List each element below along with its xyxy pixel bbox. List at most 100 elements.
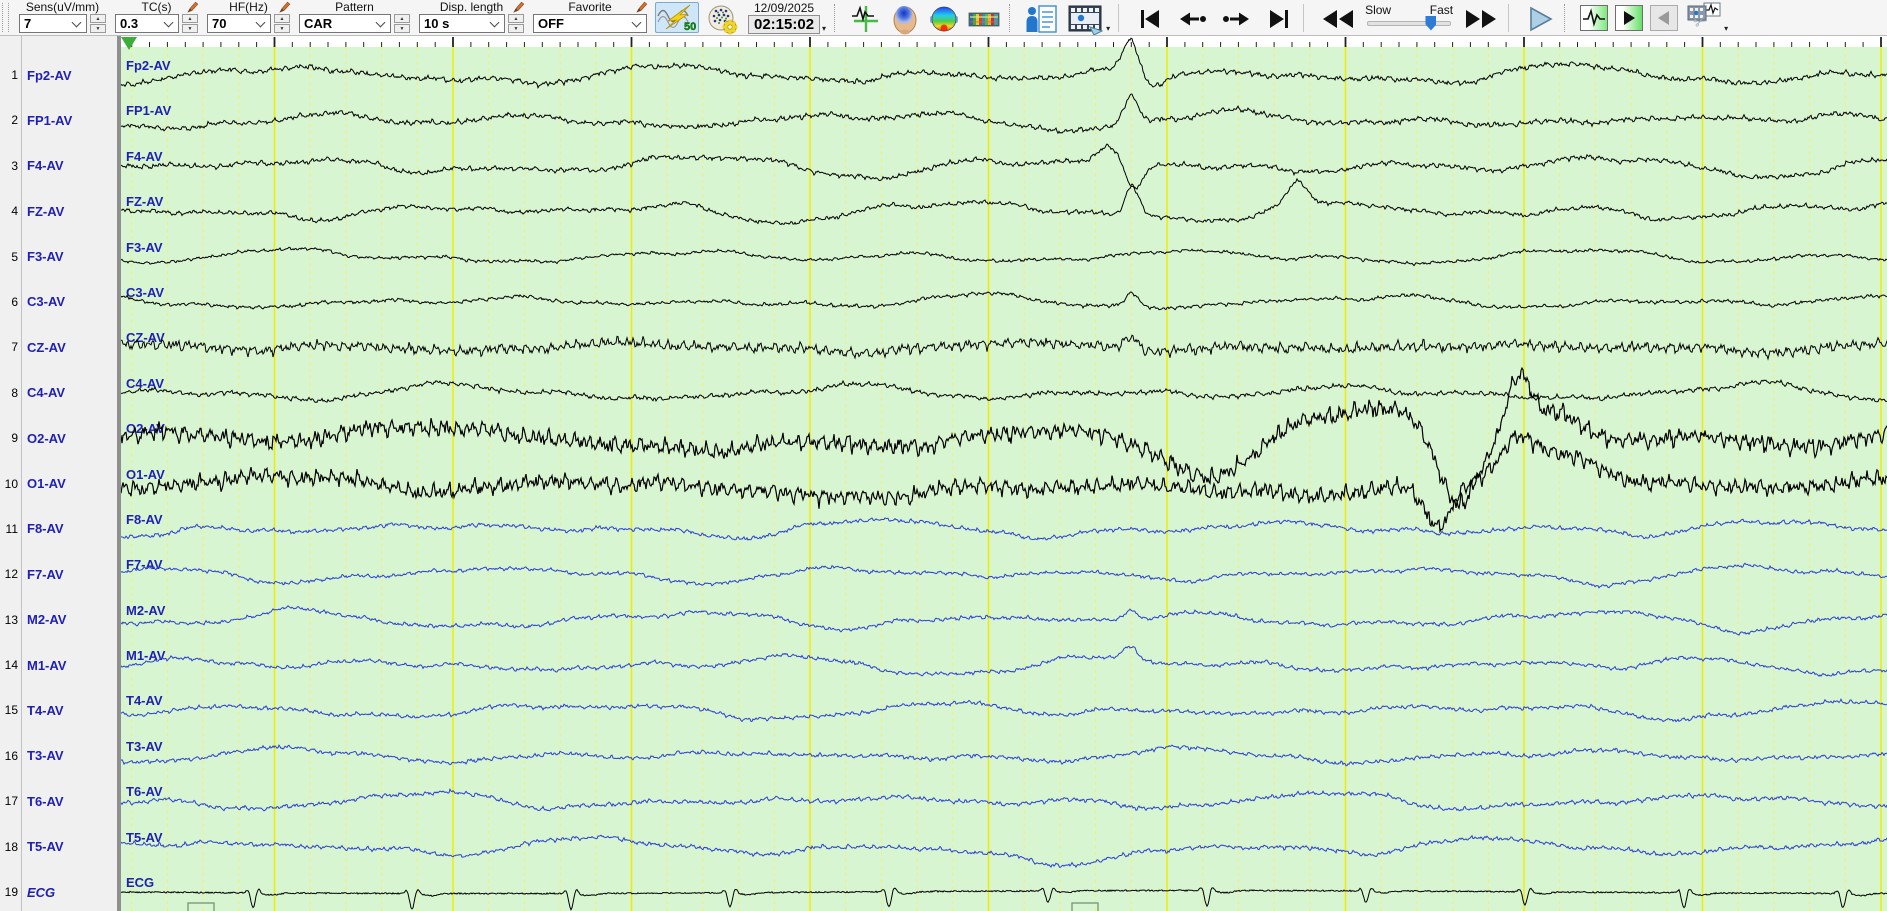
- pattern-spin-down-button[interactable]: ▼: [394, 24, 410, 33]
- pattern-combo[interactable]: CAR: [299, 14, 391, 33]
- tc-combo[interactable]: 0.3: [115, 14, 179, 33]
- video-clip-button[interactable]: ✂: [1686, 2, 1722, 34]
- channel-label: F3-AV: [27, 249, 64, 265]
- channel-row[interactable]: 7 CZ-AV: [0, 338, 117, 356]
- go-to-start-button[interactable]: [1134, 6, 1168, 32]
- time-display[interactable]: 02:15:02: [748, 15, 821, 34]
- eeg-trace: [121, 334, 1887, 361]
- channel-row[interactable]: 4 FZ-AV: [0, 202, 117, 220]
- hf-group: HF(Hz) 70 ▲ ▼: [207, 1, 291, 33]
- small-play-icon: [1624, 10, 1636, 25]
- channel-label: FP1-AV: [27, 112, 73, 128]
- eeg-trace-area[interactable]: Fp2-AV FP1-AV F4-AV FZ-AV F3-AV C3-AV CZ-AV C4-…: [121, 36, 1887, 911]
- channel-row[interactable]: 3 F4-AV: [0, 157, 117, 175]
- video-button[interactable]: [1066, 3, 1104, 35]
- notch-filter-button[interactable]: 50: [655, 2, 699, 33]
- tc-spin-down-button[interactable]: ▼: [182, 24, 198, 33]
- waveform-marker-button[interactable]: [850, 4, 882, 34]
- channel-number: 6: [11, 294, 18, 309]
- hf-spin-down-button[interactable]: ▼: [274, 24, 290, 33]
- tc-spin-up-button[interactable]: ▲: [182, 14, 198, 23]
- channel-row[interactable]: 18 T5-AV: [0, 838, 117, 856]
- sens-combo[interactable]: 7: [19, 14, 87, 33]
- channel-row[interactable]: 15 T4-AV: [0, 701, 117, 719]
- back-button[interactable]: [1650, 4, 1679, 31]
- favorite-combo[interactable]: OFF: [533, 14, 647, 33]
- step-forward-button[interactable]: [1218, 6, 1254, 32]
- pattern-spin-up-button[interactable]: ▲: [394, 14, 410, 23]
- tc-group: TC(s) 0.3 ▲ ▼: [115, 1, 199, 33]
- edit-pencil-icon[interactable]: [513, 1, 525, 13]
- play-button[interactable]: [1524, 5, 1556, 33]
- channel-label: FZ-AV: [27, 203, 65, 219]
- montage-settings-button[interactable]: [706, 3, 740, 35]
- edit-pencil-icon[interactable]: [636, 1, 648, 13]
- channel-row[interactable]: 12 F7-AV: [0, 565, 117, 583]
- disp-length-group: Disp. length 10 s ▲ ▼: [419, 1, 525, 33]
- clip-overflow-arrow-icon[interactable]: ▾: [1724, 25, 1728, 33]
- channel-label: F7-AV: [27, 566, 64, 582]
- channel-label: M2-AV: [27, 612, 67, 628]
- disp-length-value: 10 s: [424, 16, 450, 31]
- datetime-overflow-arrow-icon[interactable]: ▾: [822, 25, 826, 33]
- chevron-down-icon: [375, 17, 386, 27]
- eeg-trace: [121, 788, 1887, 812]
- position-marker-icon[interactable]: [121, 37, 137, 50]
- channel-row[interactable]: 16 T3-AV: [0, 747, 117, 765]
- edit-pencil-icon[interactable]: [279, 1, 291, 13]
- monitor-mode-button[interactable]: [1580, 4, 1609, 31]
- eeg-trace: [121, 645, 1887, 677]
- head-3d-map-button[interactable]: [889, 3, 921, 35]
- channel-row[interactable]: 17 T6-AV: [0, 792, 117, 810]
- sens-spin-down-button[interactable]: ▼: [90, 24, 106, 33]
- eeg-trace: [121, 291, 1887, 311]
- channel-number: 7: [11, 340, 18, 355]
- eeg-trace: [121, 517, 1887, 541]
- topo-map-button[interactable]: [928, 3, 960, 35]
- channel-row[interactable]: 5 F3-AV: [0, 248, 117, 266]
- video-overflow-arrow-icon[interactable]: ▾: [1106, 25, 1110, 33]
- channel-row[interactable]: 19 ECG: [0, 883, 117, 901]
- channel-number: 3: [11, 158, 18, 173]
- step-back-button[interactable]: [1175, 6, 1211, 32]
- eeg-trace: [121, 834, 1887, 869]
- channel-row[interactable]: 6 C3-AV: [0, 293, 117, 311]
- channel-row[interactable]: 10 O1-AV: [0, 475, 117, 493]
- channel-label: O1-AV: [27, 476, 66, 491]
- svg-text:50: 50: [684, 21, 696, 32]
- channel-row[interactable]: 8 C4-AV: [0, 384, 117, 402]
- disp-spin-down-button[interactable]: ▼: [508, 24, 524, 33]
- slider-track[interactable]: [1367, 20, 1452, 26]
- disp-length-combo[interactable]: 10 s: [419, 14, 505, 33]
- hf-combo[interactable]: 70: [207, 14, 271, 33]
- channel-label: C4-AV: [27, 385, 66, 401]
- sens-spin-up-button[interactable]: ▲: [90, 14, 106, 23]
- hf-spin-up-button[interactable]: ▲: [274, 14, 290, 23]
- channel-row[interactable]: 14 M1-AV: [0, 656, 117, 674]
- resume-review-button[interactable]: [1615, 4, 1644, 31]
- disp-spin-up-button[interactable]: ▲: [508, 14, 524, 23]
- channel-label: F8-AV: [27, 521, 64, 537]
- toolbar-grip[interactable]: [2, 3, 9, 32]
- separator: [1508, 4, 1510, 32]
- fast-forward-button[interactable]: [1462, 6, 1500, 32]
- rewind-button[interactable]: [1319, 6, 1357, 32]
- favorite-group: Favorite OFF: [533, 1, 648, 33]
- patient-info-button[interactable]: [1025, 3, 1059, 35]
- go-to-end-button[interactable]: [1261, 6, 1295, 32]
- slider-thumb[interactable]: [1425, 15, 1437, 31]
- channel-number: 4: [11, 204, 18, 219]
- channel-row[interactable]: 1 Fp2-AV: [0, 66, 117, 84]
- disp-length-spinner: ▲ ▼: [508, 14, 524, 33]
- head-3d-topography-icon: [893, 5, 917, 34]
- channel-label: C3-AV: [27, 294, 66, 310]
- edit-pencil-icon[interactable]: [187, 1, 199, 13]
- speed-slider[interactable]: Slow Fast: [1363, 3, 1455, 33]
- channel-row[interactable]: 2 FP1-AV: [0, 111, 117, 129]
- dsa-trend-button[interactable]: [967, 4, 1001, 34]
- channel-number: 12: [4, 567, 18, 582]
- channel-row[interactable]: 13 M2-AV: [0, 611, 117, 629]
- channel-sidebar: 1 Fp2-AV 2 FP1-AV 3 F4-AV 4 FZ-AV 5 F3-AV 6 C3-AV 7 C…: [0, 36, 117, 911]
- channel-row[interactable]: 9 O2-AV: [0, 429, 117, 447]
- channel-row[interactable]: 11 F8-AV: [0, 520, 117, 538]
